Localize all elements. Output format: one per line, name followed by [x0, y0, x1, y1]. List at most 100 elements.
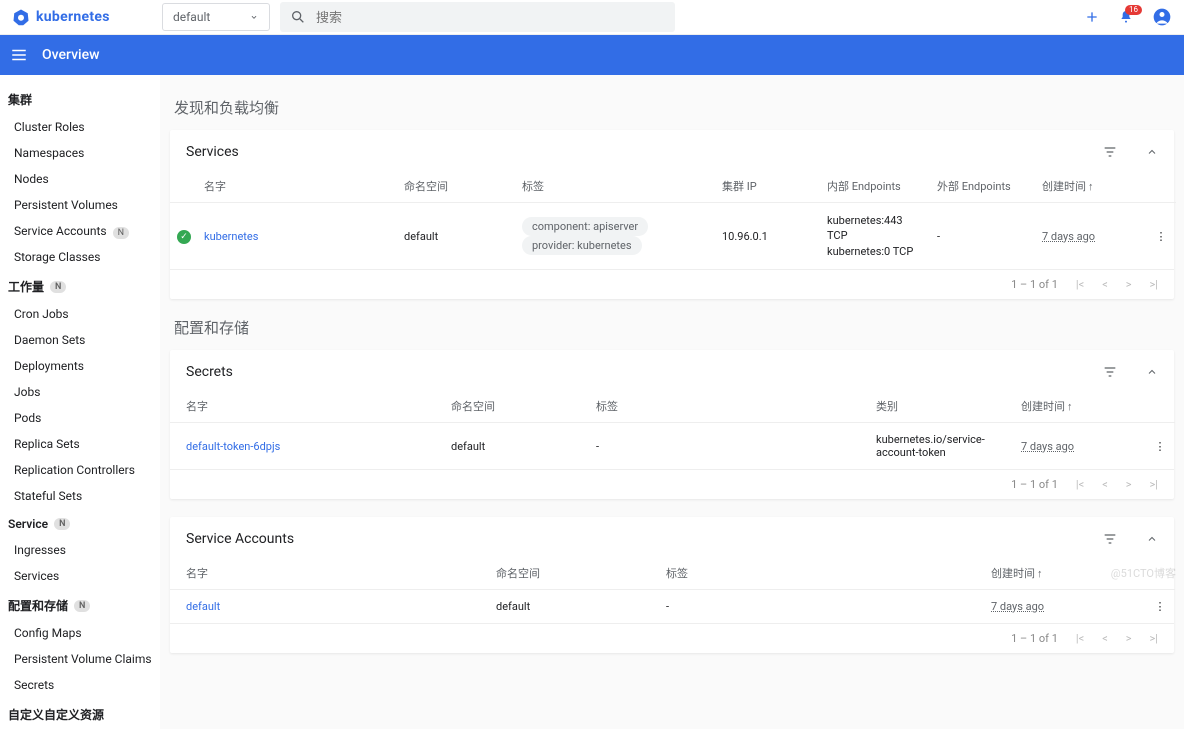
sidebar-item[interactable]: Service AccountsN [0, 218, 160, 244]
namespace-select[interactable]: default [162, 3, 270, 31]
page-next[interactable]: > [1126, 478, 1132, 491]
serviceaccounts-card-title: Service Accounts [186, 531, 294, 547]
col-namespace[interactable]: 命名空间 [445, 390, 590, 423]
table-row: ✓ kubernetes default component: apiserve… [170, 203, 1176, 270]
sidebar-item[interactable]: Replication Controllers [0, 457, 160, 483]
sidebar-heading[interactable]: 配置和存储N [0, 589, 160, 620]
secrets-card: Secrets 名字 命名空间 标签 类别 创建时间↑ default-tok [170, 350, 1174, 499]
col-name[interactable]: 名字 [170, 390, 445, 423]
sidebar-item[interactable]: Stateful Sets [0, 483, 160, 509]
namespace-select-value: default [173, 10, 210, 24]
sa-name-link[interactable]: default [186, 600, 220, 613]
sidebar-item[interactable]: Cron Jobs [0, 301, 160, 327]
page-first[interactable]: |< [1076, 632, 1084, 645]
row-actions-menu[interactable]: ⋮ [1145, 590, 1175, 624]
page-last[interactable]: >| [1150, 478, 1158, 491]
page-last[interactable]: >| [1150, 632, 1158, 645]
col-namespace[interactable]: 命名空间 [398, 170, 516, 203]
serviceaccounts-footer: 1 – 1 of 1 |< < > >| [170, 623, 1174, 653]
col-clusterip[interactable]: 集群 IP [716, 170, 821, 203]
sidebar-heading[interactable]: 集群 [0, 83, 160, 114]
add-button[interactable] [1084, 9, 1100, 25]
col-labels[interactable]: 标签 [590, 390, 870, 423]
search-box[interactable] [280, 2, 675, 32]
page-title: Overview [42, 47, 99, 63]
secrets-footer: 1 – 1 of 1 |< < > >| [170, 469, 1174, 499]
col-name[interactable]: 名字 [198, 170, 398, 203]
logo[interactable]: kubernetes [12, 8, 162, 26]
sidebar-heading[interactable]: 工作量N [0, 270, 160, 301]
page-prev[interactable]: < [1102, 478, 1108, 491]
col-namespace[interactable]: 命名空间 [490, 557, 660, 590]
sa-created: 7 days ago [991, 600, 1044, 613]
page-next[interactable]: > [1126, 632, 1132, 645]
sidebar-item[interactable]: Deployments [0, 353, 160, 379]
sidebar-item[interactable]: Persistent Volume Claims [0, 646, 160, 672]
sidebar: 集群Cluster RolesNamespacesNodesPersistent… [0, 75, 160, 729]
sidebar-item[interactable]: Config Maps [0, 620, 160, 646]
sidebar-item[interactable]: Pods [0, 405, 160, 431]
services-table: 名字 命名空间 标签 集群 IP 内部 Endpoints 外部 Endpoin… [170, 170, 1176, 269]
chevron-up-icon [1146, 366, 1158, 378]
services-footer: 1 – 1 of 1 |< < > >| [170, 269, 1174, 299]
col-labels[interactable]: 标签 [660, 557, 985, 590]
page-prev[interactable]: < [1102, 632, 1108, 645]
menu-toggle[interactable] [10, 46, 28, 64]
col-type[interactable]: 类别 [870, 390, 1015, 423]
sidebar-item[interactable]: Ingresses [0, 537, 160, 563]
col-int-endpoints[interactable]: 内部 Endpoints [821, 170, 931, 203]
sidebar-item[interactable]: Services [0, 563, 160, 589]
sidebar-item[interactable]: Replica Sets [0, 431, 160, 457]
sa-labels: - [660, 590, 985, 624]
label-chip: provider: kubernetes [522, 236, 642, 255]
account-icon [1152, 7, 1172, 27]
page-next[interactable]: > [1126, 278, 1132, 291]
col-created[interactable]: 创建时间↑ [1036, 170, 1146, 203]
collapse-button[interactable] [1146, 531, 1158, 547]
section-title-discovery: 发现和负载均衡 [174, 97, 1174, 118]
watermark: @51CTO博客 [1111, 565, 1176, 581]
filter-button[interactable] [1102, 144, 1118, 160]
serviceaccounts-card: Service Accounts 名字 命名空间 标签 创建时间↑ defaul… [170, 517, 1174, 653]
page-last[interactable]: >| [1150, 278, 1158, 291]
notification-badge: 16 [1125, 5, 1142, 15]
col-name[interactable]: 名字 [170, 557, 490, 590]
service-external-endpoints: - [931, 203, 1036, 270]
hamburger-icon [10, 46, 28, 64]
sidebar-item[interactable]: Jobs [0, 379, 160, 405]
services-card: Services 名字 命名空间 标签 集群 IP 内部 Endpoints 外… [170, 130, 1174, 299]
service-internal-endpoints: kubernetes:443 TCP kubernetes:0 TCP [821, 203, 931, 270]
col-labels[interactable]: 标签 [516, 170, 716, 203]
sidebar-item[interactable]: Persistent Volumes [0, 192, 160, 218]
sidebar-item[interactable]: Nodes [0, 166, 160, 192]
row-actions-menu[interactable]: ⋮ [1146, 203, 1176, 270]
account-button[interactable] [1152, 7, 1172, 27]
secret-name-link[interactable]: default-token-6dpjs [186, 440, 280, 453]
row-actions-menu[interactable]: ⋮ [1145, 423, 1175, 470]
secret-created: 7 days ago [1021, 440, 1074, 453]
notifications-button[interactable]: 16 [1118, 9, 1134, 25]
service-namespace: default [398, 203, 516, 270]
collapse-button[interactable] [1146, 364, 1158, 380]
search-icon [290, 9, 306, 25]
collapse-button[interactable] [1146, 144, 1158, 160]
sidebar-item[interactable]: Cluster Roles [0, 114, 160, 140]
page-prev[interactable]: < [1102, 278, 1108, 291]
col-created[interactable]: 创建时间↑ [1015, 390, 1145, 423]
filter-button[interactable] [1102, 531, 1118, 547]
page-first[interactable]: |< [1076, 278, 1084, 291]
search-input[interactable] [316, 10, 665, 25]
sidebar-item[interactable]: Storage Classes [0, 244, 160, 270]
sidebar-heading[interactable]: ServiceN [0, 509, 160, 537]
sidebar-item[interactable]: Namespaces [0, 140, 160, 166]
service-name-link[interactable]: kubernetes [204, 230, 258, 243]
sidebar-item[interactable]: Secrets [0, 672, 160, 698]
sidebar-heading[interactable]: 自定义自定义资源 [0, 698, 160, 729]
sidebar-item[interactable]: Daemon Sets [0, 327, 160, 353]
col-ext-endpoints[interactable]: 外部 Endpoints [931, 170, 1036, 203]
brand-text: kubernetes [36, 9, 110, 25]
services-card-title: Services [186, 144, 239, 160]
page-first[interactable]: |< [1076, 478, 1084, 491]
serviceaccounts-table: 名字 命名空间 标签 创建时间↑ default default - 7 day… [170, 557, 1175, 623]
filter-button[interactable] [1102, 364, 1118, 380]
